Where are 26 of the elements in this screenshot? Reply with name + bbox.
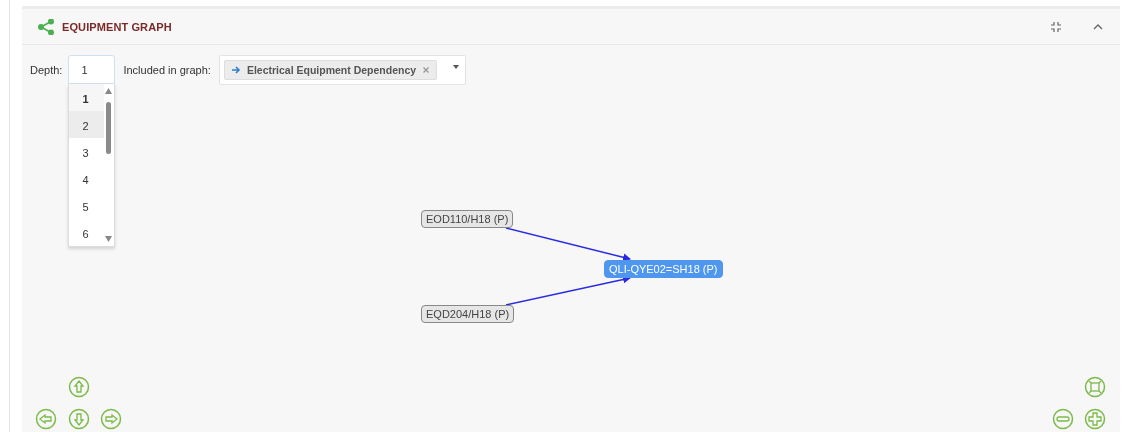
depth-option[interactable]: 2 [69, 111, 105, 138]
pan-right-button[interactable] [100, 408, 122, 430]
graph-node[interactable]: EOD110/H18 (P) [421, 210, 514, 228]
depth-option[interactable]: 6 [69, 219, 105, 246]
graph-node[interactable]: EQD204/H18 (P) [421, 305, 515, 323]
included-label: Included in graph: [123, 64, 211, 76]
zoom-out-button[interactable] [1052, 408, 1074, 430]
depth-option[interactable]: 1 [69, 84, 105, 111]
pan-left-button[interactable] [35, 408, 57, 430]
pan-down-button[interactable] [68, 408, 90, 430]
share-icon [38, 18, 54, 35]
included-select[interactable]: Electrical Equipment Dependency [218, 55, 466, 85]
collapse-icon [1050, 20, 1062, 33]
arrow-icon [230, 65, 241, 75]
panel-title: EQUIPMENT GRAPH [62, 20, 173, 33]
tag-label: Electrical Equipment Dependency [246, 64, 417, 76]
depth-label: Depth: [30, 64, 63, 76]
pan-up-button[interactable] [68, 376, 90, 398]
scrollbar[interactable] [105, 88, 113, 242]
scroll-down-icon[interactable] [105, 236, 113, 242]
remove-icon[interactable] [422, 66, 431, 74]
depth-select[interactable]: 1 [68, 55, 116, 84]
fit-view-button[interactable] [1084, 376, 1106, 398]
caret-icon [452, 65, 459, 69]
zoom-in-button[interactable] [1084, 408, 1106, 430]
scroll-up-icon[interactable] [105, 88, 113, 94]
